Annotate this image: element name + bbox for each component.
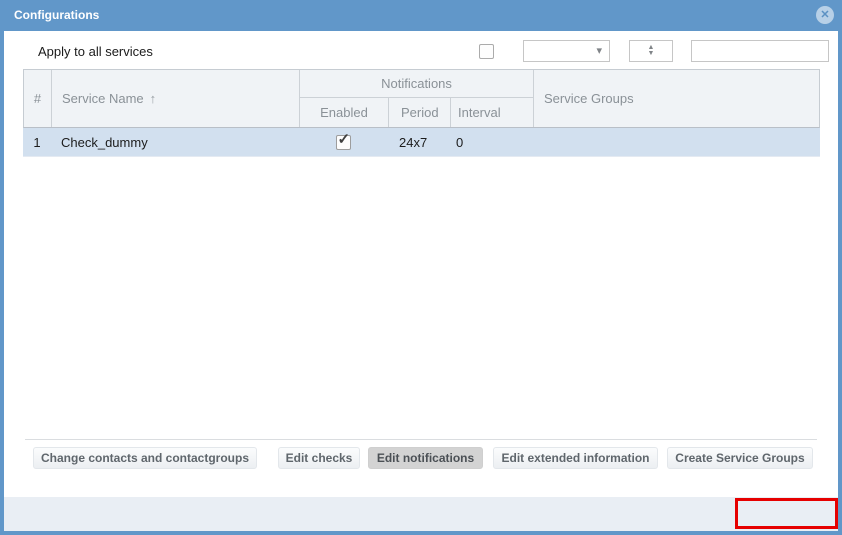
column-header-service-groups[interactable]: Service Groups bbox=[533, 70, 819, 127]
column-header-service-name[interactable]: Service Name ↑ bbox=[52, 70, 300, 127]
dialog-border-right bbox=[838, 31, 842, 535]
dialog-titlebar: Configurations ✕ bbox=[0, 0, 842, 31]
apply-interval-stepper[interactable]: ▲ ▼ bbox=[629, 40, 673, 62]
column-header-notifications: Notifications bbox=[300, 70, 533, 98]
dialog-footer: Save Changes bbox=[4, 497, 838, 531]
column-header-period[interactable]: Period bbox=[388, 98, 450, 127]
apply-to-all-checkbox[interactable] bbox=[479, 44, 494, 59]
row-enabled-cell: ✓ bbox=[299, 128, 387, 156]
column-header-index[interactable]: # bbox=[24, 70, 52, 127]
create-service-groups-button[interactable]: Create Service Groups bbox=[667, 447, 813, 469]
edit-checks-button[interactable]: Edit checks bbox=[278, 447, 360, 469]
change-contacts-button[interactable]: Change contacts and contactgroups bbox=[33, 447, 257, 469]
row-service-groups-cell bbox=[532, 128, 820, 156]
table-row[interactable]: 1 Check_dummy ✓ 24x7 0 bbox=[23, 128, 820, 157]
row-interval-cell: 0 bbox=[456, 134, 464, 150]
close-icon: ✕ bbox=[820, 8, 830, 21]
column-header-interval[interactable]: Interval bbox=[450, 98, 533, 127]
dialog-border-bottom bbox=[0, 531, 842, 535]
spinner-down-icon[interactable]: ▼ bbox=[648, 50, 655, 57]
actions-separator bbox=[25, 439, 817, 440]
row-period-cell: 24x7 bbox=[399, 134, 428, 150]
apply-period-select[interactable]: ▾ bbox=[523, 40, 610, 62]
row-index-cell: 1 bbox=[33, 134, 41, 150]
notifications-enabled-checkbox[interactable]: ✓ bbox=[335, 131, 351, 150]
dialog-title: Configurations bbox=[14, 8, 100, 22]
sort-ascending-icon: ↑ bbox=[149, 91, 157, 106]
apply-value-input[interactable] bbox=[691, 40, 829, 62]
column-header-enabled[interactable]: Enabled bbox=[300, 98, 388, 127]
close-button[interactable]: ✕ bbox=[816, 6, 834, 24]
services-table-header: # Service Name ↑ Notifications Enabled P… bbox=[23, 69, 820, 128]
chevron-down-icon: ▾ bbox=[596, 45, 602, 57]
row-service-name-cell: Check_dummy bbox=[61, 134, 148, 150]
edit-notifications-button[interactable]: Edit notifications bbox=[368, 447, 483, 469]
edit-extended-information-button[interactable]: Edit extended information bbox=[493, 447, 658, 469]
dialog-border-left bbox=[0, 31, 4, 535]
configurations-dialog: Configurations ✕ Apply to all services ▾… bbox=[0, 0, 842, 535]
checkmark-icon: ✓ bbox=[337, 130, 351, 148]
apply-to-all-label: Apply to all services bbox=[38, 44, 153, 59]
